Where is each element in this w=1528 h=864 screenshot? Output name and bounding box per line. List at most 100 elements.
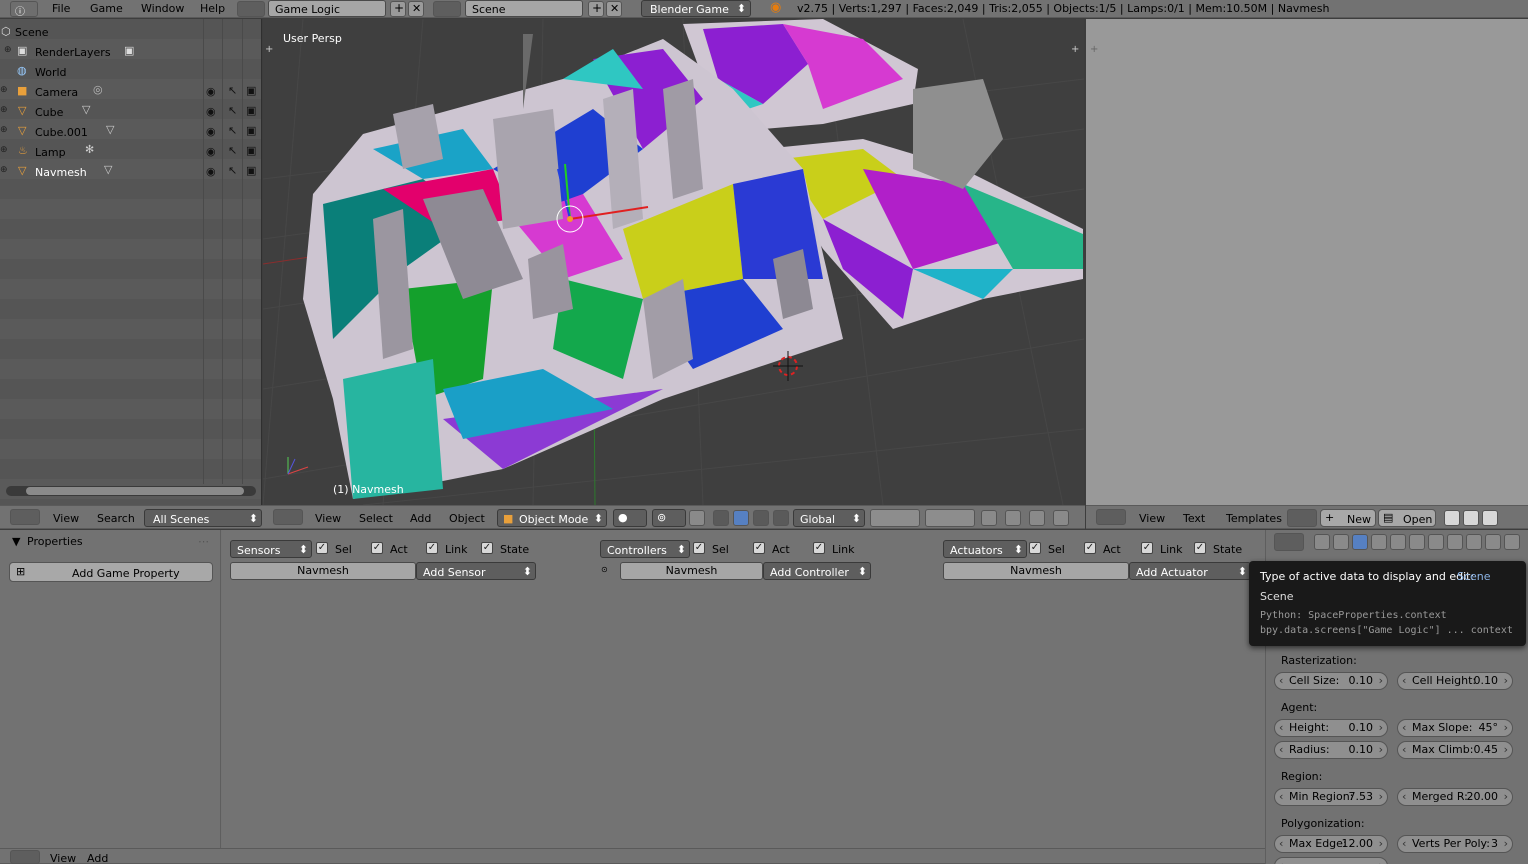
text-editor-area[interactable]: + <box>1086 19 1528 505</box>
toolshelf-toggle-icon[interactable]: + <box>265 45 273 55</box>
verts-per-poly-field[interactable]: Verts Per Poly:3 <box>1397 835 1513 853</box>
render-camera-icon[interactable]: ▣ <box>246 145 256 156</box>
properties-collapse-icon[interactable]: ▼ <box>12 536 20 547</box>
word-wrap-icon[interactable] <box>1463 510 1479 526</box>
max-climb-field[interactable]: Max Climb:0.45 <box>1397 741 1513 759</box>
logic-view-menu[interactable]: View <box>50 853 76 864</box>
expand-icon[interactable]: ⊕ <box>0 106 8 115</box>
controllers-act-checkbox[interactable]: ✓ <box>753 542 765 554</box>
viewport-shading-dropdown[interactable]: ● <box>613 509 647 527</box>
text-editor-toggle-icon[interactable]: + <box>1090 45 1098 55</box>
actuators-link-checkbox[interactable]: ✓ <box>1141 542 1153 554</box>
expand-icon[interactable]: ⊕ <box>0 126 8 135</box>
menu-file[interactable]: File <box>52 3 70 14</box>
snap-icon[interactable] <box>1029 510 1045 526</box>
add-screen-icon[interactable]: + <box>390 1 406 17</box>
outliner-item-world[interactable]: World <box>35 67 67 78</box>
outliner-item-navmesh[interactable]: Navmesh <box>35 167 87 178</box>
text-view-menu[interactable]: View <box>1139 513 1165 524</box>
merged-region-field[interactable]: Merged R:20.00 <box>1397 788 1513 806</box>
visibility-eye-icon[interactable]: ◉ <box>206 126 216 137</box>
outliner-scrollbar[interactable] <box>6 486 256 496</box>
scale-manipulator-icon[interactable] <box>753 510 769 526</box>
agent-radius-field[interactable]: Radius:0.10 <box>1274 741 1388 759</box>
editor-type-icon[interactable] <box>1274 533 1304 551</box>
rotate-manipulator-icon[interactable] <box>733 510 749 526</box>
expand-icon[interactable]: ⊕ <box>0 86 8 95</box>
text-text-menu[interactable]: Text <box>1183 513 1205 524</box>
text-open-button[interactable]: ▤ Open <box>1378 509 1436 527</box>
sensors-sel-checkbox[interactable]: ✓ <box>316 542 328 554</box>
scale-icon[interactable] <box>773 510 789 526</box>
physics-tab-icon[interactable] <box>1504 534 1520 550</box>
add-game-property-button[interactable]: ⊞ Add Game Property <box>9 562 213 582</box>
render-layers-tab-icon[interactable] <box>1333 534 1349 550</box>
viewport-select-menu[interactable]: Select <box>359 513 393 524</box>
outliner-item-lamp[interactable]: Lamp <box>35 147 66 158</box>
screen-layout-icon[interactable] <box>237 1 265 17</box>
snap-target-icon[interactable] <box>1053 510 1069 526</box>
sensors-dropdown[interactable]: Sensors ⬍ <box>230 540 312 558</box>
line-numbers-icon[interactable] <box>1444 510 1460 526</box>
controllers-object-field[interactable]: Navmesh <box>620 562 763 580</box>
agent-height-field[interactable]: Height:0.10 <box>1274 719 1388 737</box>
expand-icon[interactable]: ⊕ <box>4 46 12 55</box>
manipulator-toggle-icon[interactable] <box>689 510 705 526</box>
text-templates-menu[interactable]: Templates <box>1226 513 1282 524</box>
menu-game[interactable]: Game <box>90 3 123 14</box>
screen-layout-field[interactable]: Game Logic <box>268 0 386 17</box>
translate-manipulator-icon[interactable] <box>713 510 729 526</box>
outliner-item-cube-001[interactable]: Cube.001 <box>35 127 88 138</box>
outliner-display-mode-dropdown[interactable]: All Scenes ⬍ <box>144 509 262 527</box>
min-region-field[interactable]: Min Region:7.53 <box>1274 788 1388 806</box>
logic-add-menu[interactable]: Add <box>87 853 108 864</box>
viewport-add-menu[interactable]: Add <box>410 513 431 524</box>
object-tab-icon[interactable] <box>1390 534 1406 550</box>
render-camera-icon[interactable]: ▣ <box>246 85 256 96</box>
editor-type-icon[interactable] <box>273 509 303 525</box>
menu-window[interactable]: Window <box>141 3 184 14</box>
actuators-dropdown[interactable]: Actuators ⬍ <box>943 540 1027 558</box>
text-new-button[interactable]: + New <box>1320 509 1376 527</box>
transform-orientation-dropdown[interactable]: Global ⬍ <box>793 509 865 527</box>
layers-grid-icon[interactable] <box>870 509 920 527</box>
menu-help[interactable]: Help <box>200 3 225 14</box>
expand-icon[interactable]: ⊕ <box>0 146 8 155</box>
outliner-item-scene[interactable]: Scene <box>15 27 49 38</box>
next-field-partial[interactable] <box>1274 857 1388 864</box>
scene-field[interactable]: Scene <box>465 0 583 17</box>
constraints-tab-icon[interactable] <box>1409 534 1425 550</box>
editor-type-icon[interactable] <box>10 509 40 525</box>
render-tab-icon[interactable] <box>1314 534 1330 550</box>
sensors-object-field[interactable]: Navmesh <box>230 562 416 580</box>
viewport-view-menu[interactable]: View <box>315 513 341 524</box>
render-engine-dropdown[interactable]: Blender Game ⬍ <box>641 0 751 17</box>
render-camera-icon[interactable]: ▣ <box>246 105 256 116</box>
pivot-point-dropdown[interactable]: ⊚ <box>652 509 686 527</box>
visibility-eye-icon[interactable]: ◉ <box>206 146 216 157</box>
actuators-state-checkbox[interactable]: ✓ <box>1194 542 1206 554</box>
max-edge-field[interactable]: Max Edge:12.00 <box>1274 835 1388 853</box>
cell-height-field[interactable]: Cell Height:0.10 <box>1397 672 1513 690</box>
syntax-highlight-icon[interactable] <box>1482 510 1498 526</box>
controllers-link-checkbox[interactable]: ✓ <box>813 542 825 554</box>
select-cursor-icon[interactable]: ↖ <box>228 85 237 96</box>
outliner-item-renderlayers[interactable]: RenderLayers <box>35 47 111 58</box>
add-scene-icon[interactable]: + <box>588 1 604 17</box>
max-slope-field[interactable]: Max Slope:45° <box>1397 719 1513 737</box>
mode-dropdown[interactable]: ■ Object Mode ⬍ <box>497 509 607 527</box>
select-cursor-icon[interactable]: ↖ <box>228 145 237 156</box>
add-controller-dropdown[interactable]: Add Controller ⬍ <box>763 562 871 580</box>
cell-size-field[interactable]: Cell Size:0.10 <box>1274 672 1388 690</box>
scene-icon[interactable] <box>433 1 461 17</box>
lock-camera-icon[interactable] <box>981 510 997 526</box>
world-tab-icon[interactable] <box>1371 534 1387 550</box>
3d-viewport[interactable]: User Persp (1) Navmesh + + <box>263 19 1084 505</box>
material-tab-icon[interactable] <box>1466 534 1482 550</box>
outliner-view-menu[interactable]: View <box>53 513 79 524</box>
actuators-object-field[interactable]: Navmesh <box>943 562 1129 580</box>
info-editor-icon[interactable]: ⓘ <box>10 1 38 18</box>
outliner-search-menu[interactable]: Search <box>97 513 135 524</box>
modifiers-tab-icon[interactable] <box>1428 534 1444 550</box>
controllers-sel-checkbox[interactable]: ✓ <box>693 542 705 554</box>
